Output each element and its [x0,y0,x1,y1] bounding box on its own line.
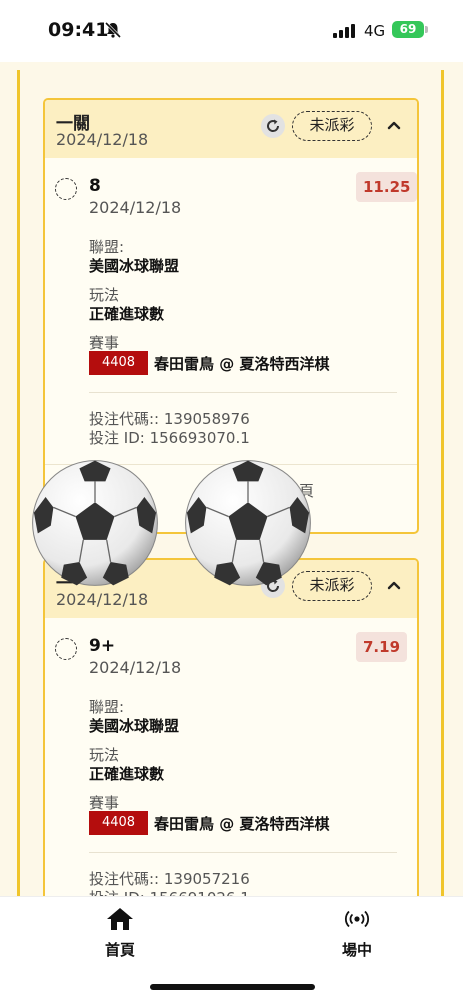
bet-code: 投注代碼:: 139057216 [89,870,250,888]
nav-home-label: 首頁 [104,941,135,959]
bet-list[interactable]: 一關 2024/12/18 未派彩 8 2024/12/18 11.25 聯盟:… [0,62,463,896]
nav-home[interactable]: 首頁 [80,907,160,960]
event-id-badge: 4408 [89,811,148,835]
event-name: 春田雷鳥 @ 夏洛特西洋棋 [154,815,330,833]
league-value: 美國冰球聯盟 [89,257,180,275]
market-value: 正確進球數 [89,305,165,323]
battery-tip [425,26,428,33]
selection-row: 9+ 2024/12/18 7.19 聯盟: 美國冰球聯盟 玩法 正確進球數 賽… [45,618,417,896]
chevron-up-icon[interactable] [385,116,403,134]
odds-badge: 7.19 [356,632,408,662]
selection-radio[interactable] [55,178,77,200]
divider [89,392,397,393]
bet-id: 投注 ID: 156691026.1 [89,887,250,896]
event-name: 春田雷鳥 @ 夏洛特西洋棋 [154,355,330,373]
nav-live-label: 場中 [341,941,372,959]
selection-date: 2024/12/18 [89,198,182,217]
signal-icon [333,24,355,38]
league-label: 聯盟: [89,238,125,256]
football-icon [32,460,158,586]
market-label: 玩法 [89,286,120,304]
refresh-button[interactable] [261,114,285,138]
bet-id: 投注 ID: 156693070.1 [89,429,250,447]
market-label: 玩法 [89,746,120,764]
status-bar: 09:41 4G 69 [0,0,463,62]
divider [89,852,397,853]
selection-name: 8 [89,176,101,196]
rail-right [441,70,444,896]
battery-icon: 69 [392,21,424,38]
nav-live[interactable]: 場中 [317,907,397,960]
home-icon [107,908,133,930]
battery-level: 69 [399,22,417,36]
bet-card-header: 一關 2024/12/18 未派彩 [45,100,417,158]
bet-card: 一 2024/12/18 未派彩 9+ 2024/12/18 7.19 聯盟: … [43,558,419,896]
league-value: 美國冰球聯盟 [89,717,180,735]
bet-card-date: 2024/12/18 [56,130,149,149]
bell-muted-icon [104,21,122,39]
selection-radio[interactable] [55,638,77,660]
broadcast-icon [345,910,369,928]
rail-left [17,70,20,896]
network-type: 4G [364,22,386,40]
selection-name: 9+ [89,636,116,656]
event-label: 賽事 [89,334,120,352]
odds-badge: 11.25 [356,172,417,202]
status-time: 09:41 [48,19,109,41]
event-id-badge: 4408 [89,351,148,375]
refresh-icon [267,119,280,132]
home-indicator [150,984,315,990]
football-icon [185,460,311,586]
event-label: 賽事 [89,794,120,812]
league-label: 聯盟: [89,698,125,716]
market-value: 正確進球數 [89,765,165,783]
bet-card-date: 2024/12/18 [56,590,149,609]
bet-code: 投注代碼:: 139058976 [89,410,250,428]
settlement-status-badge: 未派彩 [292,111,372,141]
selection-date: 2024/12/18 [89,658,182,677]
chevron-up-icon[interactable] [385,576,403,594]
